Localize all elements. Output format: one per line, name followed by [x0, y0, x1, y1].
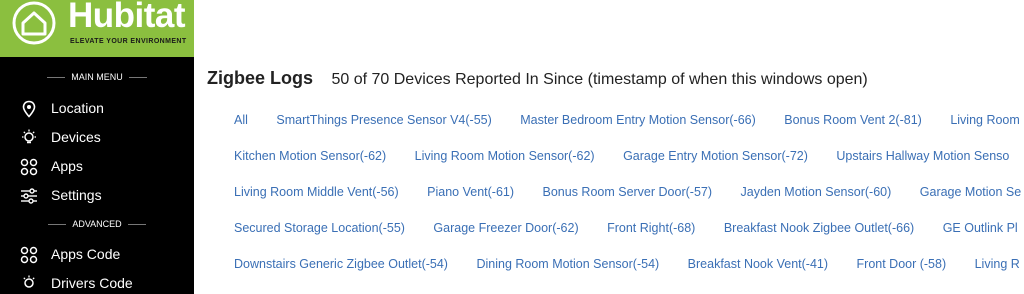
device-filter-link[interactable]: Master Bedroom Entry Motion Sensor(-66): [520, 113, 756, 127]
device-filter-link[interactable]: Piano Vent(-61): [427, 185, 514, 199]
page-title: Zigbee Logs: [207, 68, 314, 88]
sidebar-item-label: Drivers Code: [51, 275, 133, 291]
device-filter-link[interactable]: GE Outlink Pl: [943, 221, 1018, 235]
device-filter-link[interactable]: Living Room Motion Sensor(-62): [415, 149, 595, 163]
device-filter-link[interactable]: Jayden Motion Sensor(-60): [741, 185, 892, 199]
device-filter-link[interactable]: Bonus Room Vent 2(-81): [784, 113, 922, 127]
device-filter-link[interactable]: Garage Motion Se: [920, 185, 1021, 199]
apps-icon: [20, 158, 38, 176]
sidebar-item-label: Apps Code: [51, 246, 121, 262]
main-content: Zigbee Logs 50 of 70 Devices Reported In…: [194, 0, 1024, 294]
advanced-heading: ADVANCED: [0, 219, 194, 229]
device-filter-row: Secured Storage Location(-55) Garage Fre…: [234, 221, 1024, 235]
location-pin-icon: [22, 100, 36, 118]
device-filter-link[interactable]: Upstairs Hallway Motion Senso: [836, 149, 1009, 163]
device-filter-link[interactable]: Living Room Middle Vent(-56): [234, 185, 399, 199]
sidebar-item-label: Apps: [51, 158, 83, 174]
hubitat-logo-icon: [12, 1, 56, 45]
device-filter-link[interactable]: Living Room: [950, 113, 1019, 127]
brand-tagline: ELEVATE YOUR ENVIRONMENT: [70, 38, 187, 45]
trademark-mark: ™: [176, 8, 183, 15]
device-filter-link[interactable]: Living R: [975, 257, 1020, 271]
device-filter-row: Downstairs Generic Zigbee Outlet(-54) Di…: [234, 257, 1024, 271]
filter-link-all[interactable]: All: [234, 113, 248, 127]
sidebar-item-drivers-code[interactable]: Drivers Code: [0, 271, 194, 294]
device-filter-link[interactable]: Secured Storage Location(-55): [234, 221, 405, 235]
device-filter-row: Kitchen Motion Sensor(-62) Living Room M…: [234, 149, 1024, 163]
device-filter-link[interactable]: Kitchen Motion Sensor(-62): [234, 149, 386, 163]
device-filter-link[interactable]: Front Right(-68): [607, 221, 695, 235]
device-filter-link[interactable]: Downstairs Generic Zigbee Outlet(-54): [234, 257, 448, 271]
brand-name: Hubitat: [68, 0, 186, 35]
device-filter-link[interactable]: Garage Freezer Door(-62): [433, 221, 578, 235]
apps-code-icon: [20, 246, 38, 264]
sidebar: Hubitat ™ ELEVATE YOUR ENVIRONMENT MAIN …: [0, 0, 194, 294]
drivers-code-icon: [23, 275, 35, 288]
device-filter-link[interactable]: Breakfast Nook Zigbee Outlet(-66): [724, 221, 914, 235]
lightbulb-icon: [22, 129, 36, 144]
device-filter-link[interactable]: Bonus Room Server Door(-57): [543, 185, 713, 199]
device-filter-link[interactable]: Dining Room Motion Sensor(-54): [476, 257, 659, 271]
sidebar-item-settings[interactable]: Settings: [0, 183, 194, 209]
sidebar-item-location[interactable]: Location: [0, 96, 194, 122]
device-filter-link[interactable]: Breakfast Nook Vent(-41): [688, 257, 828, 271]
sidebar-item-label: Location: [51, 100, 104, 116]
main-menu-heading: MAIN MENU: [0, 72, 194, 82]
device-filter-link[interactable]: Garage Entry Motion Sensor(-72): [623, 149, 808, 163]
page-subtitle: 50 of 70 Devices Reported In Since (time…: [331, 71, 868, 88]
device-filter-link[interactable]: Front Door (-58): [857, 257, 947, 271]
sidebar-item-devices[interactable]: Devices: [0, 125, 194, 151]
sliders-icon: [21, 188, 37, 204]
device-filter-row: Living Room Middle Vent(-56) Piano Vent(…: [234, 185, 1024, 199]
device-filter-link[interactable]: SmartThings Presence Sensor V4(-55): [276, 113, 491, 127]
sidebar-item-label: Devices: [51, 129, 101, 145]
device-filter-row: All SmartThings Presence Sensor V4(-55) …: [234, 113, 1024, 127]
title-row: Zigbee Logs 50 of 70 Devices Reported In…: [207, 68, 868, 89]
sidebar-item-label: Settings: [51, 187, 102, 203]
sidebar-item-apps-code[interactable]: Apps Code: [0, 242, 194, 268]
brand-header[interactable]: Hubitat ™ ELEVATE YOUR ENVIRONMENT: [0, 0, 194, 57]
sidebar-item-apps[interactable]: Apps: [0, 154, 194, 180]
